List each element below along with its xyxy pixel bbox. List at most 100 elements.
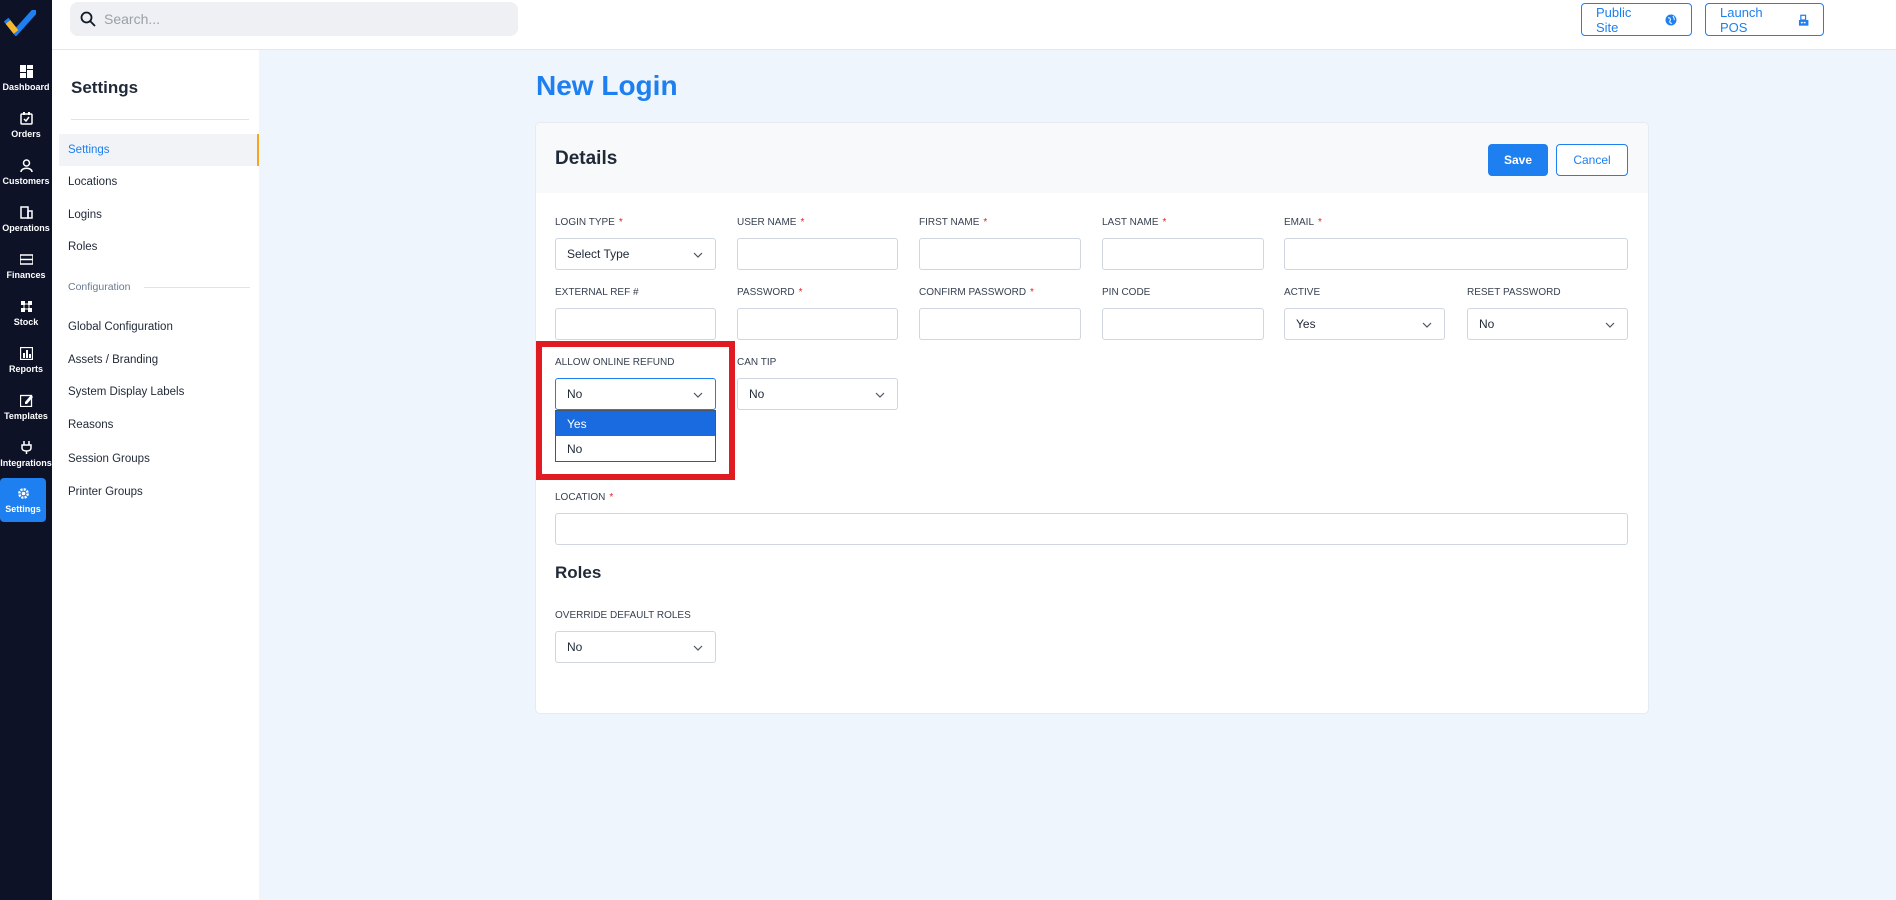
top-bar: Public Site Launch POS KF: [52, 0, 1896, 50]
section-label: Configuration: [68, 281, 131, 293]
integrations-icon: [19, 441, 33, 455]
reports-icon: [19, 347, 33, 361]
templates-icon: [19, 394, 33, 408]
divider: [71, 119, 249, 120]
nav-label: Finances: [6, 269, 46, 280]
last-name-input[interactable]: [1102, 238, 1264, 270]
app-logo-icon[interactable]: [4, 10, 36, 36]
can-tip-label: CAN TIP: [737, 357, 777, 368]
nav-label: Customers: [2, 175, 50, 186]
reset-password-label: RESET PASSWORD: [1467, 287, 1561, 298]
search-box[interactable]: [70, 2, 518, 36]
settings-sidebar: Settings Settings Locations Logins Roles…: [52, 50, 259, 900]
nav-label: Settings: [5, 503, 41, 514]
dashboard-icon: [19, 65, 33, 79]
sidebar-item-locations[interactable]: Locations: [59, 166, 259, 198]
sidebar-item-global-configuration[interactable]: Global Configuration: [59, 311, 259, 343]
public-site-button[interactable]: Public Site: [1581, 3, 1692, 36]
override-default-roles-select[interactable]: No: [555, 631, 716, 663]
settings-icon: [16, 487, 30, 501]
can-tip-value: No: [749, 387, 765, 401]
nav-item-templates[interactable]: Templates: [0, 385, 52, 429]
email-input[interactable]: [1284, 238, 1628, 270]
card-title: Details: [555, 148, 618, 169]
chevron-down-icon: [1605, 322, 1615, 328]
nav-item-operations[interactable]: Operations: [0, 197, 52, 241]
globe-icon: [1665, 14, 1677, 25]
nav-item-customers[interactable]: Customers: [0, 150, 52, 194]
location-label: LOCATION *: [555, 492, 614, 503]
nav-item-settings[interactable]: Settings: [0, 478, 46, 522]
stock-icon: [19, 300, 33, 314]
sidebar-item-printer-groups[interactable]: Printer Groups: [59, 476, 259, 508]
highlight-annotation-box: [536, 341, 735, 480]
sidebar-section-configuration: Configuration: [68, 281, 250, 293]
override-default-roles-label: OVERRIDE DEFAULT ROLES: [555, 610, 691, 621]
active-value: Yes: [1296, 317, 1316, 331]
pos-terminal-icon: [1798, 14, 1809, 26]
save-button[interactable]: Save: [1488, 144, 1548, 176]
password-input[interactable]: [737, 308, 898, 340]
nav-label: Orders: [11, 128, 41, 139]
chevron-down-icon: [875, 392, 885, 398]
sidebar-item-assets-branding[interactable]: Assets / Branding: [59, 344, 259, 376]
location-input[interactable]: [555, 513, 1628, 545]
reset-password-value: No: [1479, 317, 1495, 331]
login-type-label: LOGIN TYPE *: [555, 217, 623, 228]
nav-rail: Dashboard Orders Customers Operations Fi…: [0, 0, 52, 900]
sidebar-title: Settings: [71, 78, 139, 97]
sidebar-item-system-display-labels[interactable]: System Display Labels: [59, 376, 259, 408]
nav-item-dashboard[interactable]: Dashboard: [0, 56, 52, 100]
nav-item-orders[interactable]: Orders: [0, 103, 52, 147]
cancel-button[interactable]: Cancel: [1556, 144, 1628, 176]
override-default-roles-value: No: [567, 640, 583, 654]
nav-label: Integrations: [0, 457, 52, 468]
nav-item-reports[interactable]: Reports: [0, 338, 52, 382]
login-type-select[interactable]: Select Type: [555, 238, 716, 270]
sidebar-item-session-groups[interactable]: Session Groups: [59, 443, 259, 475]
card-header: Details Save Cancel: [536, 123, 1648, 193]
pin-code-label: PIN CODE: [1102, 287, 1151, 298]
operations-icon: [19, 206, 33, 220]
roles-heading: Roles: [555, 563, 602, 582]
first-name-label: FIRST NAME *: [919, 217, 988, 228]
login-type-value: Select Type: [567, 247, 630, 261]
confirm-password-input[interactable]: [919, 308, 1081, 340]
nav-label: Operations: [2, 222, 50, 233]
finances-icon: [19, 253, 33, 267]
search-icon: [80, 11, 96, 27]
launch-pos-label: Launch POS: [1720, 4, 1763, 35]
sidebar-item-settings[interactable]: Settings: [59, 134, 259, 166]
reset-password-select[interactable]: No: [1467, 308, 1628, 340]
nav-item-finances[interactable]: Finances: [0, 244, 52, 288]
search-input[interactable]: [104, 11, 504, 27]
launch-pos-button[interactable]: Launch POS: [1705, 3, 1824, 36]
sidebar-item-logins[interactable]: Logins: [59, 199, 259, 231]
nav-label: Templates: [4, 410, 48, 421]
sidebar-item-reasons[interactable]: Reasons: [59, 409, 259, 441]
user-name-input[interactable]: [737, 238, 898, 270]
chevron-down-icon: [1422, 322, 1432, 328]
confirm-password-label: CONFIRM PASSWORD *: [919, 287, 1034, 298]
active-label: ACTIVE: [1284, 287, 1321, 298]
can-tip-select[interactable]: No: [737, 378, 898, 410]
nav-label: Stock: [13, 316, 39, 327]
nav-label: Reports: [8, 363, 43, 374]
first-name-input[interactable]: [919, 238, 1081, 270]
public-site-label: Public Site: [1596, 4, 1632, 35]
sidebar-item-roles[interactable]: Roles: [59, 231, 259, 263]
password-label: PASSWORD *: [737, 287, 803, 298]
page-title: New Login: [536, 70, 678, 101]
nav-item-stock[interactable]: Stock: [0, 291, 52, 335]
divider: [144, 286, 250, 288]
nav-item-integrations[interactable]: Integrations: [0, 432, 52, 476]
customers-icon: [19, 159, 33, 173]
external-ref-input[interactable]: [555, 308, 716, 340]
last-name-label: LAST NAME *: [1102, 217, 1167, 228]
chevron-down-icon: [693, 645, 703, 651]
active-select[interactable]: Yes: [1284, 308, 1445, 340]
pin-code-input[interactable]: [1102, 308, 1264, 340]
chevron-down-icon: [693, 252, 703, 258]
orders-icon: [19, 112, 33, 126]
external-ref-label: EXTERNAL REF #: [555, 287, 639, 298]
